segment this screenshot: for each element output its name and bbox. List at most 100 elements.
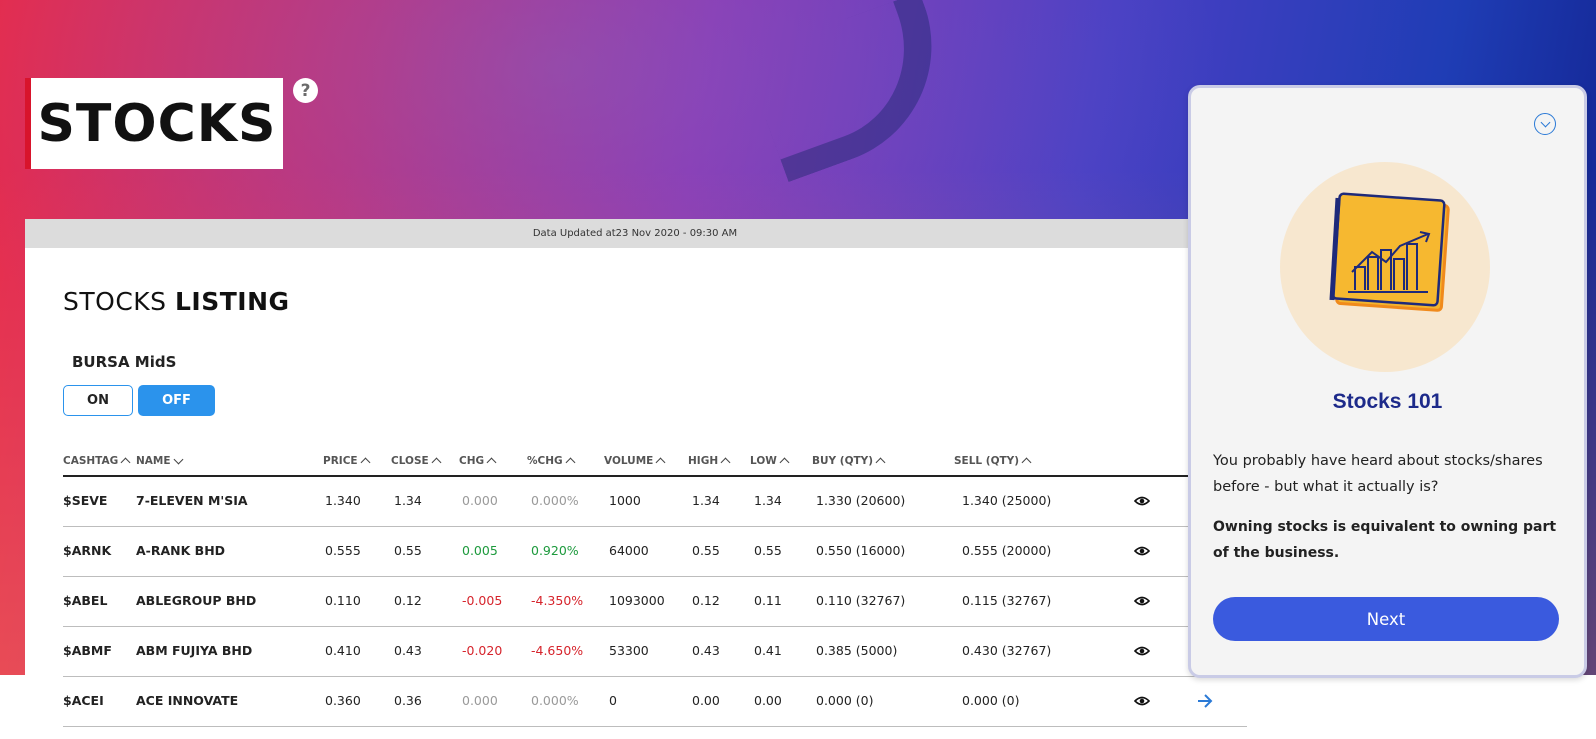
header-pct-chg[interactable]: %CHG bbox=[527, 455, 576, 468]
cell-volume: 64000 bbox=[609, 543, 649, 558]
sort-up-icon bbox=[720, 457, 731, 468]
table-row[interactable]: $ACEI ACE INNOVATE 0.360 0.36 0.000 0.00… bbox=[63, 677, 1247, 727]
cell-cashtag[interactable]: $ARNK bbox=[63, 543, 111, 558]
cell-name[interactable]: ABM FUJIYA BHD bbox=[136, 643, 252, 658]
sort-up-icon bbox=[1021, 457, 1032, 468]
illustration-circle bbox=[1280, 162, 1490, 372]
next-button[interactable]: Next bbox=[1213, 597, 1559, 641]
header-sell[interactable]: SELL (QTY) bbox=[954, 455, 1032, 468]
listing-title-prefix: STOCKS bbox=[63, 287, 175, 316]
cell-volume: 0 bbox=[609, 693, 617, 708]
header-low-label: LOW bbox=[750, 455, 777, 467]
cell-pct-chg: -4.650% bbox=[531, 643, 584, 658]
cell-price: 0.360 bbox=[325, 693, 361, 708]
cell-name[interactable]: ABLEGROUP BHD bbox=[136, 593, 256, 608]
listing-title: STOCKS LISTING bbox=[63, 287, 290, 316]
eye-icon[interactable] bbox=[1134, 545, 1150, 557]
cell-name[interactable]: A-RANK BHD bbox=[136, 543, 225, 558]
cell-price: 0.110 bbox=[325, 593, 361, 608]
panel-highlight: Owning stocks is equivalent to owning pa… bbox=[1213, 519, 1557, 561]
cell-chg: 0.000 bbox=[462, 493, 498, 508]
header-close[interactable]: CLOSE bbox=[391, 455, 442, 468]
header-price[interactable]: PRICE bbox=[323, 455, 371, 468]
header-buy-label: BUY (QTY) bbox=[812, 455, 874, 467]
header-low[interactable]: LOW bbox=[750, 455, 790, 468]
chevron-down-icon[interactable] bbox=[1534, 113, 1556, 135]
listing-title-bold: LISTING bbox=[174, 287, 290, 316]
toggle-on-button[interactable]: ON bbox=[63, 385, 133, 416]
table-header: CASHTAG NAME PRICE CLOSE CHG %CHG VOLUME… bbox=[63, 451, 1247, 477]
stocks-101-panel: Stocks 101 You probably have heard about… bbox=[1188, 85, 1587, 678]
cell-low: 0.55 bbox=[754, 543, 782, 558]
cell-price: 0.555 bbox=[325, 543, 361, 558]
cell-cashtag[interactable]: $SEVE bbox=[63, 493, 107, 508]
cell-cashtag[interactable]: $ABMF bbox=[63, 643, 112, 658]
data-updated-text: Data Updated at23 Nov 2020 - 09:30 AM bbox=[532, 228, 738, 239]
cell-chg: 0.000 bbox=[462, 693, 498, 708]
header-high[interactable]: HIGH bbox=[688, 455, 731, 468]
stocks-card: Data Updated at23 Nov 2020 - 09:30 AM ST… bbox=[25, 219, 1247, 739]
cell-sell: 0.430 (32767) bbox=[962, 643, 1052, 658]
sort-up-icon bbox=[779, 457, 790, 468]
cell-name[interactable]: 7-ELEVEN M'SIA bbox=[136, 493, 248, 508]
header-cashtag[interactable]: CASHTAG bbox=[63, 455, 131, 468]
cell-price: 1.340 bbox=[325, 493, 361, 508]
table-row[interactable]: $ARNK A-RANK BHD 0.555 0.55 0.005 0.920%… bbox=[63, 527, 1247, 577]
header-volume-label: VOLUME bbox=[604, 455, 654, 467]
cell-buy: 0.550 (16000) bbox=[816, 543, 906, 558]
table-row[interactable]: $ABEL ABLEGROUP BHD 0.110 0.12 -0.005 -4… bbox=[63, 577, 1247, 627]
header-chg-label: CHG bbox=[459, 455, 485, 467]
header-name[interactable]: NAME bbox=[136, 454, 183, 467]
table-row[interactable]: $ABMF ABM FUJIYA BHD 0.410 0.43 -0.020 -… bbox=[63, 627, 1247, 677]
cell-low: 0.11 bbox=[754, 593, 782, 608]
eye-icon[interactable] bbox=[1134, 495, 1150, 507]
header-sell-label: SELL (QTY) bbox=[954, 455, 1020, 467]
panel-description: You probably have heard about stocks/sha… bbox=[1213, 453, 1543, 495]
cell-chg: 0.005 bbox=[462, 543, 498, 558]
panel-title: Stocks 101 bbox=[1332, 390, 1443, 413]
bursa-mids-label: BURSA MidS bbox=[72, 353, 177, 371]
arrow-right-icon[interactable] bbox=[1197, 694, 1213, 708]
page-title-box: STOCKS bbox=[25, 78, 283, 169]
cell-cashtag[interactable]: $ACEI bbox=[63, 693, 104, 708]
cell-close: 1.34 bbox=[394, 493, 422, 508]
header-high-label: HIGH bbox=[688, 455, 719, 467]
header-chg[interactable]: CHG bbox=[459, 455, 497, 468]
eye-icon[interactable] bbox=[1134, 645, 1150, 657]
toggle-off-button[interactable]: OFF bbox=[138, 385, 215, 416]
cell-high: 0.12 bbox=[692, 593, 720, 608]
header-close-label: CLOSE bbox=[391, 455, 429, 467]
cell-chg: -0.005 bbox=[462, 593, 503, 608]
header-volume[interactable]: VOLUME bbox=[604, 455, 666, 468]
cell-volume: 53300 bbox=[609, 643, 649, 658]
sort-up-icon bbox=[565, 457, 576, 468]
cell-buy: 0.000 (0) bbox=[816, 693, 874, 708]
cell-high: 0.55 bbox=[692, 543, 720, 558]
bull-horn-decoration bbox=[742, 0, 966, 183]
sort-up-icon bbox=[431, 457, 442, 468]
chart-notebook-icon bbox=[1329, 192, 1450, 312]
cell-cashtag[interactable]: $ABEL bbox=[63, 593, 107, 608]
cell-low: 1.34 bbox=[754, 493, 782, 508]
cell-price: 0.410 bbox=[325, 643, 361, 658]
header-pct-chg-label: %CHG bbox=[527, 455, 563, 467]
table-row[interactable]: $SEVE 7-ELEVEN M'SIA 1.340 1.34 0.000 0.… bbox=[63, 477, 1247, 527]
cell-buy: 1.330 (20600) bbox=[816, 493, 906, 508]
help-button[interactable]: ? bbox=[293, 78, 318, 103]
cell-name[interactable]: ACE INNOVATE bbox=[136, 693, 238, 708]
sort-up-icon bbox=[360, 457, 371, 468]
cell-volume: 1000 bbox=[609, 493, 641, 508]
cell-chg: -0.020 bbox=[462, 643, 503, 658]
cell-low: 0.00 bbox=[754, 693, 782, 708]
cell-high: 0.43 bbox=[692, 643, 720, 658]
cell-volume: 1093000 bbox=[609, 593, 665, 608]
header-cashtag-label: CASHTAG bbox=[63, 455, 119, 467]
eye-icon[interactable] bbox=[1134, 695, 1150, 707]
sort-up-icon bbox=[875, 457, 886, 468]
header-buy[interactable]: BUY (QTY) bbox=[812, 455, 886, 468]
header-price-label: PRICE bbox=[323, 455, 358, 467]
page-title: STOCKS bbox=[37, 93, 277, 154]
eye-icon[interactable] bbox=[1134, 595, 1150, 607]
header-name-label: NAME bbox=[136, 455, 171, 467]
sort-down-icon bbox=[173, 454, 183, 465]
